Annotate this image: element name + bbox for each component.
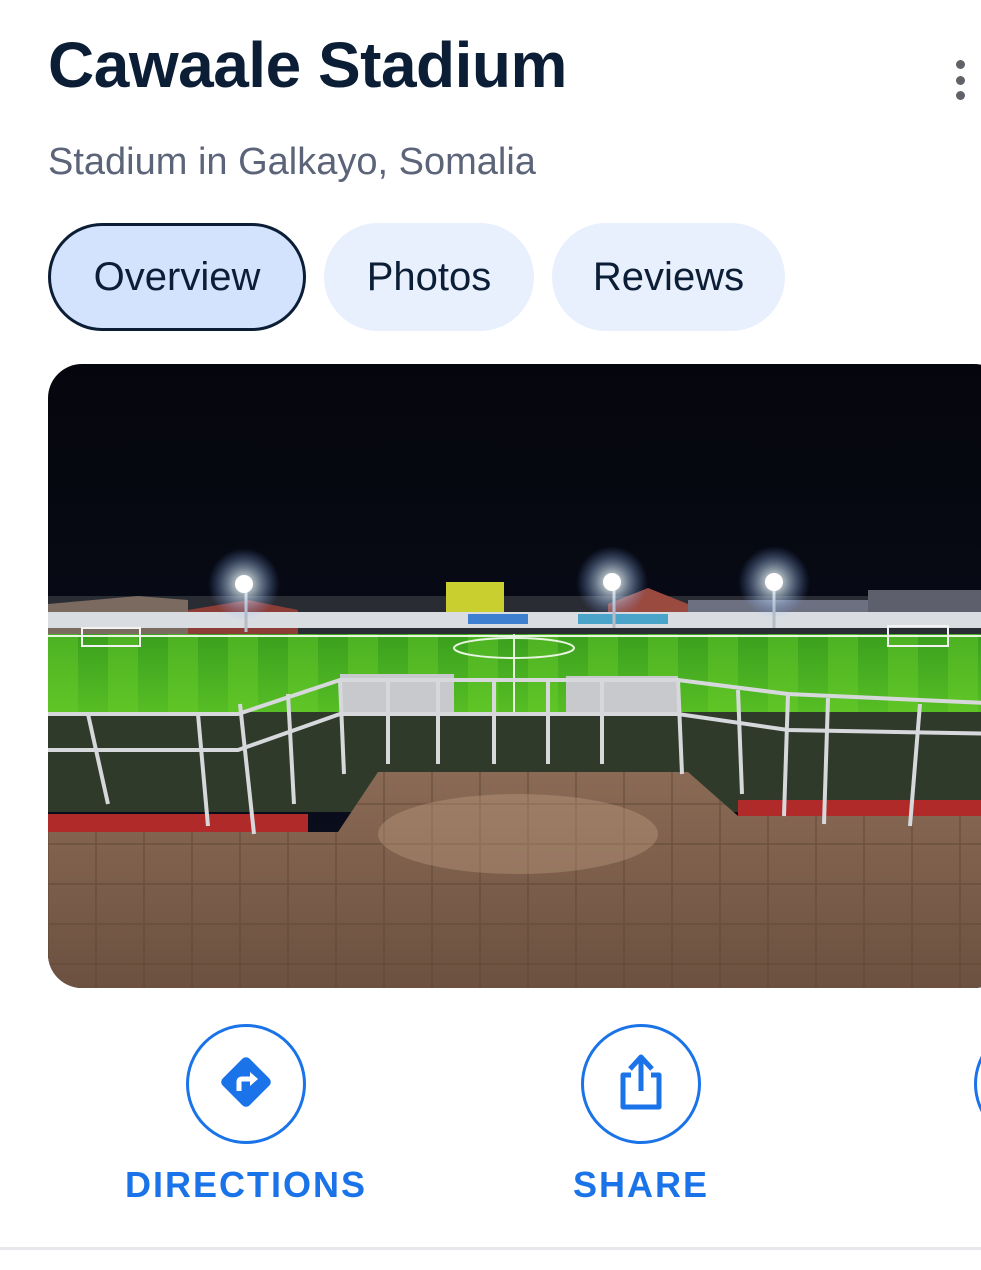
place-subtitle: Stadium in Galkayo, Somalia	[48, 141, 536, 183]
stadium-photo[interactable]	[48, 364, 981, 988]
tab-reviews[interactable]: Reviews	[552, 223, 785, 331]
more-options-icon[interactable]	[940, 56, 980, 104]
share-label: SHARE	[572, 1164, 710, 1205]
tab-photos[interactable]: Photos	[324, 223, 534, 331]
directions-label: DIRECTIONS	[125, 1164, 368, 1205]
more-dot	[955, 75, 965, 85]
share-icon	[613, 1051, 669, 1118]
more-dot	[955, 91, 965, 100]
directions-icon	[215, 1051, 277, 1118]
more-actions-button[interactable]	[974, 1024, 981, 1144]
tab-bar: Overview Photos Reviews	[48, 223, 785, 331]
share-circle	[581, 1024, 701, 1144]
place-title: Cawaale Stadium	[48, 29, 567, 101]
directions-circle	[186, 1024, 306, 1144]
place-card: Cawaale Stadium Stadium in Galkayo, Soma…	[0, 0, 981, 1270]
share-button[interactable]: SHARE	[541, 1024, 741, 1206]
tab-overview[interactable]: Overview	[48, 223, 306, 331]
more-dot	[955, 60, 965, 69]
section-divider	[0, 1247, 981, 1250]
directions-button[interactable]: DIRECTIONS	[125, 1024, 368, 1206]
